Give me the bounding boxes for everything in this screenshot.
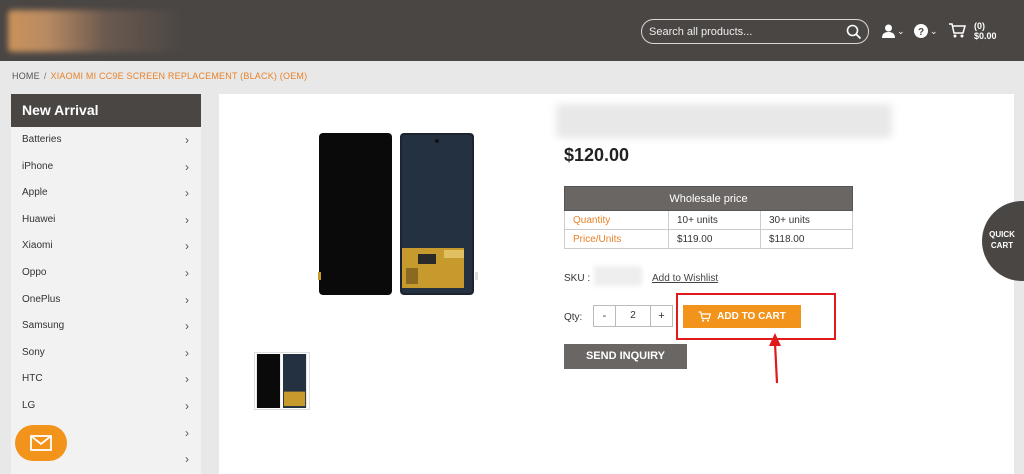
- cart-total: $0.00: [974, 31, 997, 41]
- sidebar-item-apple[interactable]: Apple ›: [11, 180, 201, 207]
- chevron-right-icon: ›: [185, 265, 189, 280]
- wholesale-price-table: Wholesale price Quantity 10+ units 30+ u…: [564, 186, 853, 249]
- breadcrumb-separator: /: [43, 71, 47, 81]
- quick-cart-line1: QUICK: [989, 230, 1015, 239]
- help-icon: ?: [914, 24, 928, 38]
- breadcrumb: HOME / XIAOMI MI CC9E SCREEN REPLACEMENT (…: [12, 71, 307, 81]
- search-input[interactable]: [649, 23, 839, 41]
- tier-qty: 10+ units: [668, 210, 761, 230]
- sidebar-item-label: Oppo: [22, 266, 47, 278]
- qty-input[interactable]: 2: [616, 306, 650, 326]
- sidebar-item-samsung[interactable]: Samsung ›: [11, 313, 201, 340]
- sidebar-item-label: Apple: [22, 187, 48, 199]
- quantity-label: Quantity: [564, 210, 669, 230]
- sidebar-item-label: HTC: [22, 373, 43, 385]
- sidebar-item-label: OnePlus: [22, 293, 61, 305]
- tier-qty: 30+ units: [760, 210, 853, 230]
- product-thumbnail[interactable]: [254, 352, 310, 410]
- tier-price: $119.00: [668, 229, 761, 249]
- chevron-down-icon: ⌄: [897, 25, 905, 36]
- product-title-blurred: [556, 104, 892, 138]
- chevron-right-icon: ›: [185, 133, 189, 147]
- mail-icon: [30, 435, 52, 451]
- chevron-right-icon: ›: [185, 239, 189, 254]
- arrow-up-icon: [769, 333, 781, 384]
- send-inquiry-button[interactable]: SEND INQUIRY: [564, 344, 687, 369]
- chevron-right-icon: ›: [185, 212, 189, 227]
- search-bar[interactable]: [641, 19, 869, 44]
- chevron-right-icon: ›: [185, 319, 189, 334]
- sku-value-blurred: [594, 266, 642, 286]
- chevron-right-icon: ›: [185, 372, 189, 387]
- sidebar-item-oneplus[interactable]: OnePlus ›: [11, 287, 201, 314]
- sidebar-item-label: Batteries: [22, 134, 62, 145]
- sidebar-item-label: Huawei: [22, 213, 56, 225]
- price-units-label: Price/Units: [564, 229, 669, 249]
- qty-decrement-button[interactable]: -: [594, 306, 616, 326]
- sidebar-item-lg[interactable]: LG ›: [11, 393, 201, 420]
- svg-text:?: ?: [918, 27, 924, 38]
- cart-summary[interactable]: (0) $0.00: [974, 21, 997, 41]
- site-header: ⌄ ? ⌄ (0) $0.00: [0, 0, 1024, 61]
- sidebar-item-label: Samsung: [22, 320, 65, 332]
- contact-chat-button[interactable]: [15, 425, 67, 461]
- cart-count: (0): [974, 21, 985, 31]
- sidebar-item-iphone[interactable]: iPhone ›: [11, 154, 201, 181]
- chevron-right-icon: ›: [185, 425, 189, 440]
- chevron-down-icon: ⌄: [930, 25, 938, 36]
- search-icon[interactable]: [846, 24, 862, 40]
- highlight-box: [676, 293, 836, 340]
- breadcrumb-home[interactable]: HOME: [12, 71, 40, 81]
- sidebar-item-label: iPhone: [22, 160, 54, 172]
- quick-cart-label: QUICK CART: [989, 229, 1015, 251]
- wholesale-title: Wholesale price: [564, 186, 853, 211]
- table-row: Price/Units $119.00 $118.00: [564, 229, 853, 249]
- sidebar-item-xiaomi[interactable]: Xiaomi ›: [11, 233, 201, 260]
- chevron-right-icon: ›: [185, 292, 189, 307]
- qty-increment-button[interactable]: +: [650, 306, 672, 326]
- sku-label: SKU :: [564, 273, 591, 284]
- product-price: $120.00: [564, 145, 630, 165]
- sidebar-title: New Arrival: [11, 94, 201, 127]
- table-row: Quantity 10+ units 30+ units: [564, 210, 853, 230]
- tier-price: $118.00: [760, 229, 853, 249]
- sidebar-item-sony[interactable]: Sony ›: [11, 340, 201, 367]
- cart-button[interactable]: [948, 21, 966, 39]
- help-menu[interactable]: ? ⌄: [914, 22, 938, 40]
- chevron-right-icon: ›: [185, 345, 189, 360]
- user-icon: [882, 24, 895, 38]
- chevron-right-icon: ›: [185, 452, 189, 467]
- quantity-stepper: - 2 +: [593, 305, 673, 327]
- chevron-right-icon: ›: [185, 159, 189, 174]
- chevron-right-icon: ›: [185, 186, 189, 201]
- add-to-wishlist-link[interactable]: Add to Wishlist: [652, 273, 718, 284]
- quick-cart-line2: CART: [990, 241, 1014, 250]
- breadcrumb-current: XIAOMI MI CC9E SCREEN REPLACEMENT (BLACK…: [50, 71, 308, 81]
- sidebar-item-label: LG: [22, 399, 36, 411]
- chevron-right-icon: ›: [185, 398, 189, 413]
- cart-icon: [949, 23, 966, 38]
- account-menu[interactable]: ⌄: [882, 22, 905, 40]
- sidebar-item-label: Sony: [22, 346, 45, 358]
- category-sidebar: New Arrival Batteries › iPhone › Apple › Hu…: [11, 94, 201, 474]
- sidebar-item-htc[interactable]: HTC ›: [11, 366, 201, 393]
- site-logo[interactable]: [8, 10, 184, 52]
- sidebar-item-batteries[interactable]: Batteries ›: [11, 127, 201, 154]
- sidebar-item-huawei[interactable]: Huawei ›: [11, 207, 201, 234]
- sidebar-item-oppo[interactable]: Oppo ›: [11, 260, 201, 287]
- qty-label: Qty:: [564, 312, 583, 323]
- product-main-image[interactable]: [318, 132, 478, 297]
- sidebar-item-label: Xiaomi: [22, 240, 53, 252]
